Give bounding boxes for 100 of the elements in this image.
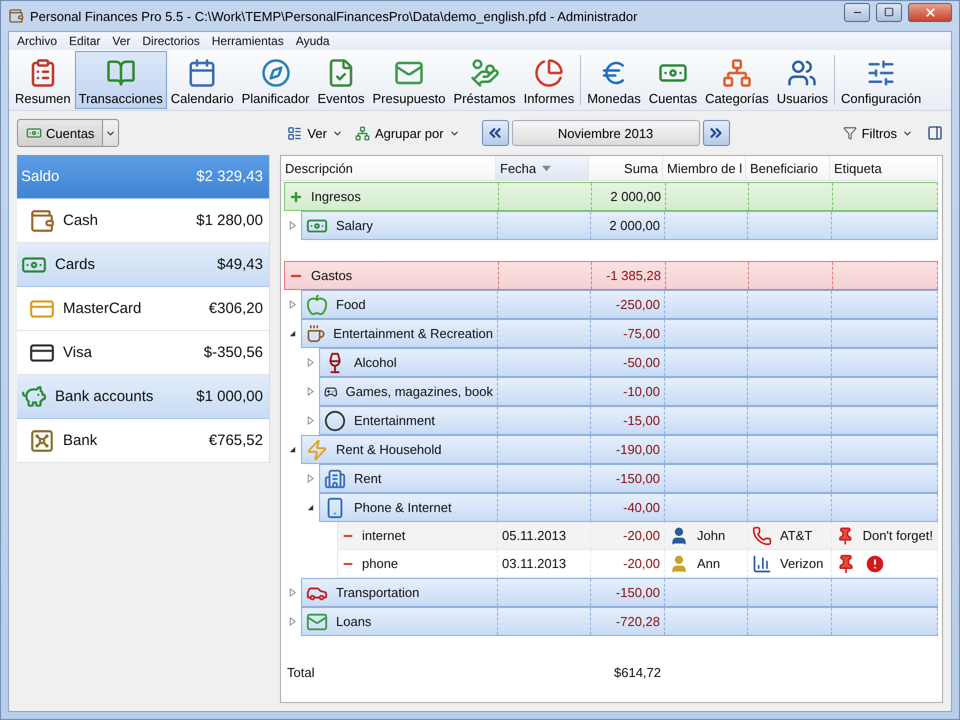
safe-icon — [29, 428, 55, 454]
category-row[interactable]: Alcohol -50,00 — [319, 348, 938, 377]
toolbar-button[interactable]: Categorías — [701, 51, 773, 109]
account-row[interactable]: Cards $49,43 — [17, 243, 269, 287]
sort-arrow-icon — [542, 164, 552, 172]
category-row[interactable]: Loans -720,28 — [301, 607, 938, 636]
category-name: Entertainment — [354, 413, 435, 428]
list-icon — [287, 126, 302, 140]
filter-icon — [842, 126, 857, 140]
toolbar-button[interactable]: Usuarios — [772, 51, 832, 109]
column-header[interactable]: Suma — [589, 156, 663, 180]
view-menu-button[interactable]: Ver — [281, 126, 349, 140]
account-row[interactable]: Cash $1 280,00 — [17, 199, 269, 243]
amount: -20,00 — [623, 528, 660, 543]
category-row[interactable]: Games, magazines, book -10,00 — [319, 377, 938, 406]
account-row[interactable]: MasterCard €306,20 — [17, 287, 269, 331]
toolbar-button[interactable]: Configuración — [837, 51, 926, 109]
toolbar-button[interactable]: Monedas — [583, 51, 645, 109]
category-row[interactable]: Rent & Household -190,00 — [301, 435, 938, 464]
column-header[interactable]: Fecha — [496, 156, 589, 180]
menu-item[interactable]: Archivo — [11, 34, 64, 48]
category-row[interactable]: Food -250,00 — [301, 290, 938, 319]
window-title: Personal Finances Pro 5.5 - C:\Work\TEMP\PersonalFinancesPro\Data\demo_english.pfd - Administrador — [30, 8, 638, 24]
toolbar-button[interactable]: Presupuesto — [368, 51, 450, 109]
category-name: Alcohol — [354, 355, 397, 370]
column-header[interactable]: Miembro de l — [663, 156, 746, 180]
accounts-button[interactable]: Cuentas — [17, 119, 104, 147]
collapsed-arrow-icon[interactable] — [306, 358, 314, 367]
transaction-name: internet — [362, 528, 406, 543]
expanded-arrow-icon[interactable] — [288, 445, 296, 454]
amount: -1 385,28 — [606, 268, 661, 283]
collapsed-arrow-icon[interactable] — [288, 300, 296, 309]
toolbar-button[interactable]: Resumen — [11, 51, 75, 109]
collapsed-arrow-icon[interactable] — [306, 474, 314, 483]
toolbar-button[interactable]: Eventos — [314, 51, 368, 109]
collapsed-arrow-icon[interactable] — [288, 221, 296, 230]
compass-icon — [260, 58, 291, 88]
expanded-arrow-icon[interactable] — [306, 503, 314, 512]
sliders-icon — [866, 58, 896, 88]
amount: -10,00 — [623, 384, 660, 399]
group-by-menu-button[interactable]: Agrupar por — [348, 126, 466, 140]
collapsed-arrow-icon[interactable] — [306, 387, 314, 396]
minimize-button[interactable] — [844, 2, 870, 22]
section-row[interactable]: Gastos -1 385,28 — [284, 261, 938, 290]
category-row[interactable]: Entertainment -15,00 — [319, 406, 938, 435]
amount: -190,00 — [616, 442, 660, 457]
expanded-arrow-icon[interactable] — [288, 329, 296, 338]
plus-icon — [289, 190, 303, 204]
ball-icon — [324, 410, 346, 432]
next-button[interactable] — [702, 120, 730, 146]
category-row[interactable]: Transportation -150,00 — [301, 578, 938, 607]
toolbar-button[interactable]: Transacciones — [74, 51, 167, 109]
section-name: Ingresos — [311, 189, 361, 204]
toolbar-button[interactable]: Informes — [520, 51, 578, 109]
transaction-row[interactable]: internet 05.11.2013 -20,00 John AT&T Don't forget! — [337, 522, 938, 550]
collapsed-arrow-icon[interactable] — [306, 416, 314, 425]
maximize-button[interactable] — [876, 2, 902, 22]
total-label: Total — [286, 665, 316, 680]
section-row[interactable]: Ingresos 2 000,00 — [284, 182, 938, 211]
menu-item[interactable]: Directorios — [136, 34, 206, 48]
category-row[interactable]: Rent -150,00 — [319, 464, 938, 493]
menu-item[interactable]: Ver — [106, 34, 136, 48]
category-name: Transportation — [336, 585, 420, 600]
period-button[interactable]: Noviembre 2013 — [512, 120, 700, 146]
filters-button[interactable]: Filtros — [836, 126, 919, 140]
column-header[interactable]: Beneficiario — [746, 156, 830, 180]
users-icon — [787, 58, 818, 88]
hierarchy-icon — [722, 58, 752, 88]
toolbar-button[interactable]: Planificador — [238, 51, 314, 109]
amount: -20,00 — [623, 556, 660, 571]
account-row[interactable]: Bank €765,52 — [17, 419, 269, 463]
account-row[interactable]: Visa $-350,56 — [17, 331, 269, 375]
category-row[interactable]: Entertainment & Recreation -75,00 — [301, 319, 938, 348]
panel-icon[interactable] — [927, 125, 943, 141]
previous-button[interactable] — [482, 120, 509, 146]
menu-item[interactable]: Editar — [63, 34, 106, 48]
transaction-row[interactable]: phone 03.11.2013 -20,00 Ann Verizon — [337, 550, 938, 578]
menu-item[interactable]: Herramientas — [206, 34, 290, 48]
telephone-icon — [752, 526, 772, 546]
toolbar-button[interactable]: Cuentas — [644, 51, 702, 109]
toolbar-button[interactable]: Calendario — [166, 51, 238, 109]
account-row[interactable]: Bank accounts $1 000,00 — [17, 375, 269, 419]
category-row[interactable]: Phone & Internet -40,00 — [319, 493, 938, 522]
amount: -50,00 — [623, 355, 660, 370]
member-name: Ann — [697, 556, 720, 571]
collapsed-arrow-icon[interactable] — [288, 588, 296, 597]
column-header[interactable]: Etiqueta — [830, 156, 938, 180]
pie-chart-icon — [534, 58, 564, 88]
calendar-icon — [187, 58, 218, 88]
toolbar-button[interactable]: Préstamos — [450, 51, 520, 109]
wallet-icon — [29, 208, 55, 234]
dropdown-button[interactable] — [103, 119, 120, 147]
category-row[interactable]: Salary 2 000,00 — [301, 211, 938, 240]
close-button[interactable] — [908, 2, 952, 22]
category-name: Phone & Internet — [354, 500, 452, 515]
amount: -40,00 — [623, 500, 660, 515]
collapsed-arrow-icon[interactable] — [288, 617, 296, 626]
menu-item[interactable]: Ayuda — [290, 34, 336, 48]
category-name: Rent — [354, 471, 382, 486]
building-icon — [324, 468, 346, 490]
